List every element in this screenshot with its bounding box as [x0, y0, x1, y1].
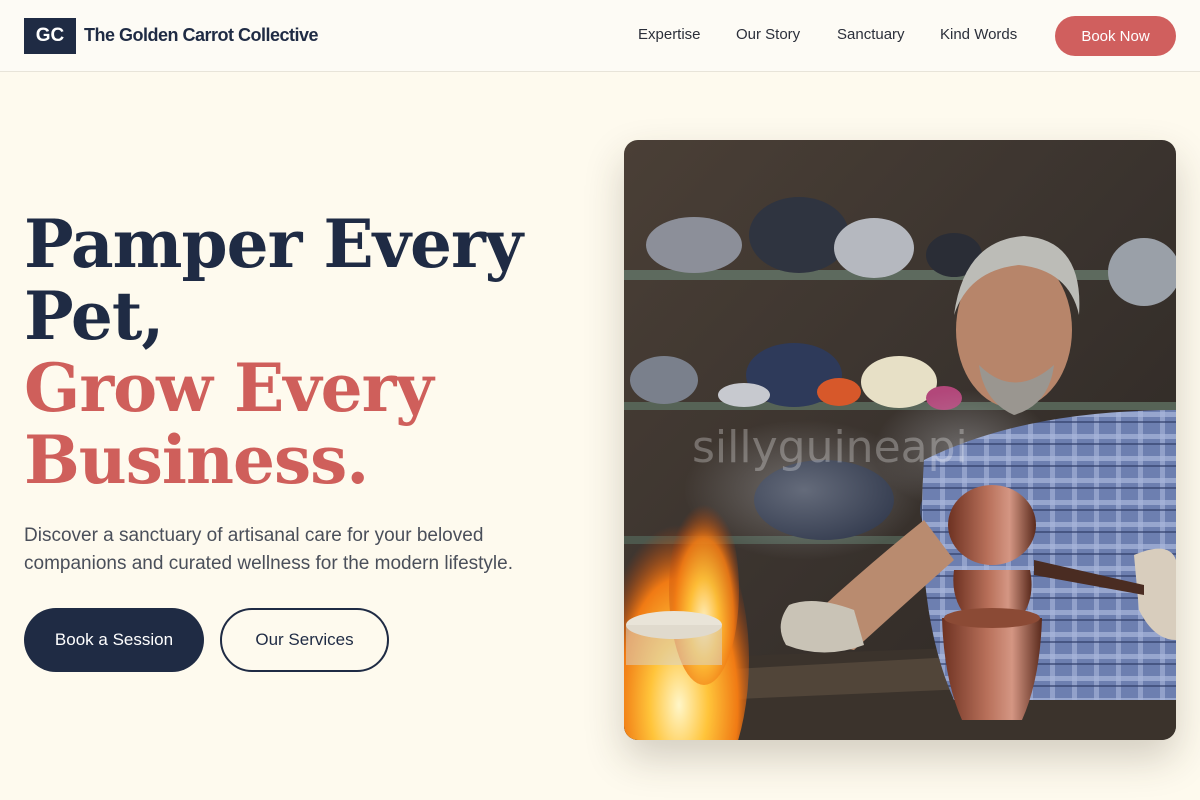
- nav-link-expertise[interactable]: Expertise: [638, 26, 701, 43]
- watermark-text: sillyguineapi: [692, 422, 968, 473]
- our-services-button[interactable]: Our Services: [220, 608, 389, 672]
- site-header: GC The Golden Carrot Collective Expertis…: [0, 0, 1200, 72]
- headline-line-accent: Grow Every: [24, 349, 434, 427]
- book-now-button[interactable]: Book Now: [1055, 16, 1176, 56]
- headline-line: Pet,: [24, 277, 164, 355]
- logo-mark[interactable]: GC: [24, 18, 76, 54]
- nav-link-kind-words[interactable]: Kind Words: [940, 26, 1017, 43]
- nav-link-our-story[interactable]: Our Story: [736, 26, 800, 43]
- brand-name[interactable]: The Golden Carrot Collective: [84, 25, 319, 46]
- headline-line-accent: Business.: [24, 421, 369, 499]
- book-session-button[interactable]: Book a Session: [24, 608, 204, 672]
- nav-link-sanctuary[interactable]: Sanctuary: [837, 26, 905, 43]
- headline-line: Pamper Every: [24, 205, 523, 283]
- hero-photo: sillyguineapi: [624, 140, 1176, 740]
- hero-subtitle: Discover a sanctuary of artisanal care f…: [24, 525, 513, 574]
- hero-headline: Pamper Every Pet, Grow Every Business.: [24, 205, 523, 499]
